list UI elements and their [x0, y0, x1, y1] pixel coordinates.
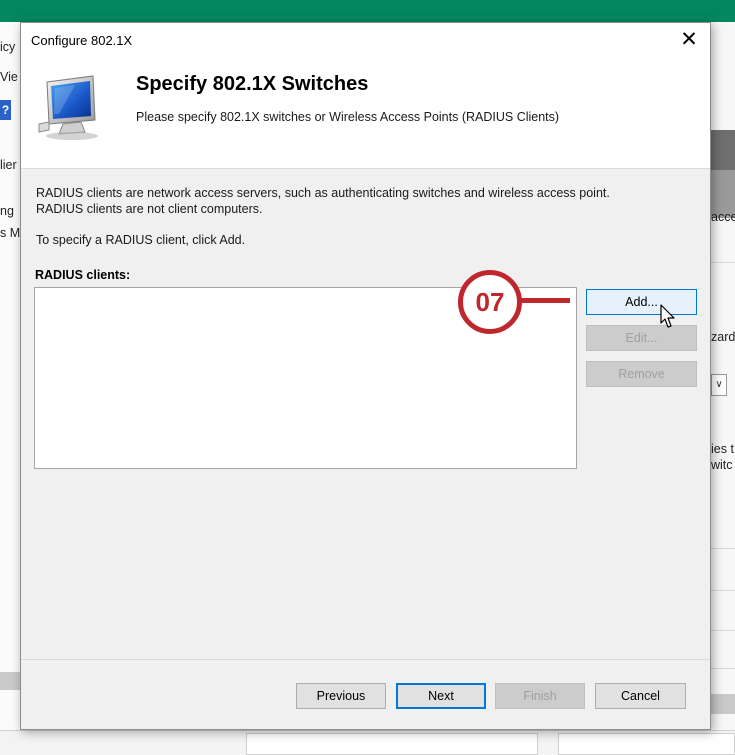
remove-button[interactable]: Remove: [586, 361, 697, 387]
step-callout-pointer: [520, 298, 570, 303]
next-button[interactable]: Next: [396, 683, 486, 709]
description-line: RADIUS clients are network access server…: [36, 186, 610, 200]
page-title: Specify 802.1X Switches: [136, 73, 369, 95]
background-text-fragment: acce: [711, 210, 735, 224]
close-icon[interactable]: ✕: [674, 28, 704, 52]
add-button[interactable]: Add...: [586, 289, 697, 315]
dialog-title: Configure 802.1X: [31, 33, 133, 48]
background-scrollbar: [711, 694, 735, 714]
background-left-pane: icy Vie lier ng s M: [0, 22, 20, 754]
background-text-fragment: ng: [0, 204, 14, 218]
background-menu-fragment: Vie: [0, 70, 18, 84]
previous-button[interactable]: Previous: [296, 683, 386, 709]
finish-button[interactable]: Finish: [495, 683, 585, 709]
wizard-header: Specify 802.1X Switches Please specify 8…: [21, 58, 710, 169]
background-text-fragment: witc: [711, 458, 733, 472]
configure-802-1x-dialog: Configure 802.1X ✕ Specify 802.1X Switch…: [20, 22, 711, 730]
cancel-button[interactable]: Cancel: [595, 683, 686, 709]
background-text-fragment: lier: [0, 158, 17, 172]
background-text-fragment: s M: [0, 226, 21, 240]
background-text-fragment: icy: [0, 40, 16, 54]
background-bottom-strip: [0, 730, 735, 755]
background-scrollbar: [0, 672, 20, 690]
background-text-fragment: ies t: [711, 442, 734, 456]
instruction-text: To specify a RADIUS client, click Add.: [36, 233, 246, 247]
radius-clients-label: RADIUS clients:: [35, 268, 131, 282]
computer-monitor-icon: [38, 75, 98, 140]
background-help-icon: ?: [0, 100, 11, 120]
step-callout-badge: 07: [458, 270, 522, 334]
background-header-strip: [711, 130, 735, 170]
footer-separator: [21, 659, 710, 660]
page-subtitle: Please specify 802.1X switches or Wirele…: [136, 110, 560, 124]
background-dropdown: ∨: [711, 374, 727, 396]
background-text-fragment: zard: [711, 330, 735, 344]
dialog-title-bar: Configure 802.1X ✕: [21, 23, 710, 58]
description-text: RADIUS clients are network access server…: [36, 185, 610, 217]
edit-button[interactable]: Edit...: [586, 325, 697, 351]
background-title-bar: [0, 0, 735, 22]
mouse-cursor-icon: [660, 304, 675, 328]
description-line: RADIUS clients are not client computers.: [36, 202, 263, 216]
background-right-pane: acce zard ∨ ies t witc: [711, 22, 735, 754]
